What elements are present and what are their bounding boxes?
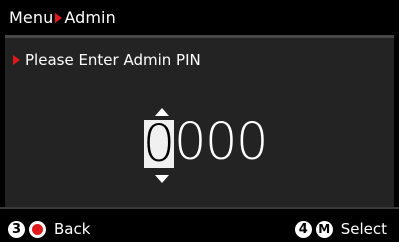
select-softkey[interactable]: 4 M Select <box>294 220 387 238</box>
pin-digit-4[interactable]: 0 <box>236 117 268 168</box>
back-label: Back <box>54 220 91 238</box>
title-bar: Menu Admin <box>0 0 399 35</box>
pin-digit-3[interactable]: 0 <box>205 117 237 168</box>
breadcrumb-admin: Admin <box>64 8 116 27</box>
select-label: Select <box>340 220 387 238</box>
pin-digit-2[interactable]: 0 <box>174 117 206 168</box>
soft-key-bar: 3 Back 4 M Select <box>0 207 399 242</box>
decrement-arrow-icon[interactable] <box>155 175 169 183</box>
pin-prompt: Please Enter Admin PIN <box>13 51 201 69</box>
increment-arrow-icon[interactable] <box>155 108 169 116</box>
prompt-marker-icon <box>13 55 20 65</box>
breadcrumb: Menu Admin <box>9 8 116 27</box>
breadcrumb-menu[interactable]: Menu <box>9 8 53 27</box>
pin-digit-1[interactable]: 0 <box>142 108 176 183</box>
key-4-badge: 4 <box>294 220 312 238</box>
record-button-icon <box>29 220 46 238</box>
prompt-text: Please Enter Admin PIN <box>25 51 201 69</box>
pin-digit-1-value: 0 <box>142 114 176 174</box>
back-softkey[interactable]: 3 Back <box>8 220 90 238</box>
pin-entry-panel: Please Enter Admin PIN 0 0 0 0 <box>5 35 394 207</box>
breadcrumb-separator-icon <box>55 12 63 23</box>
key-3-badge: 3 <box>8 220 25 238</box>
m-button-icon: M <box>315 220 333 238</box>
pin-input[interactable]: 0 0 0 0 <box>142 98 268 183</box>
